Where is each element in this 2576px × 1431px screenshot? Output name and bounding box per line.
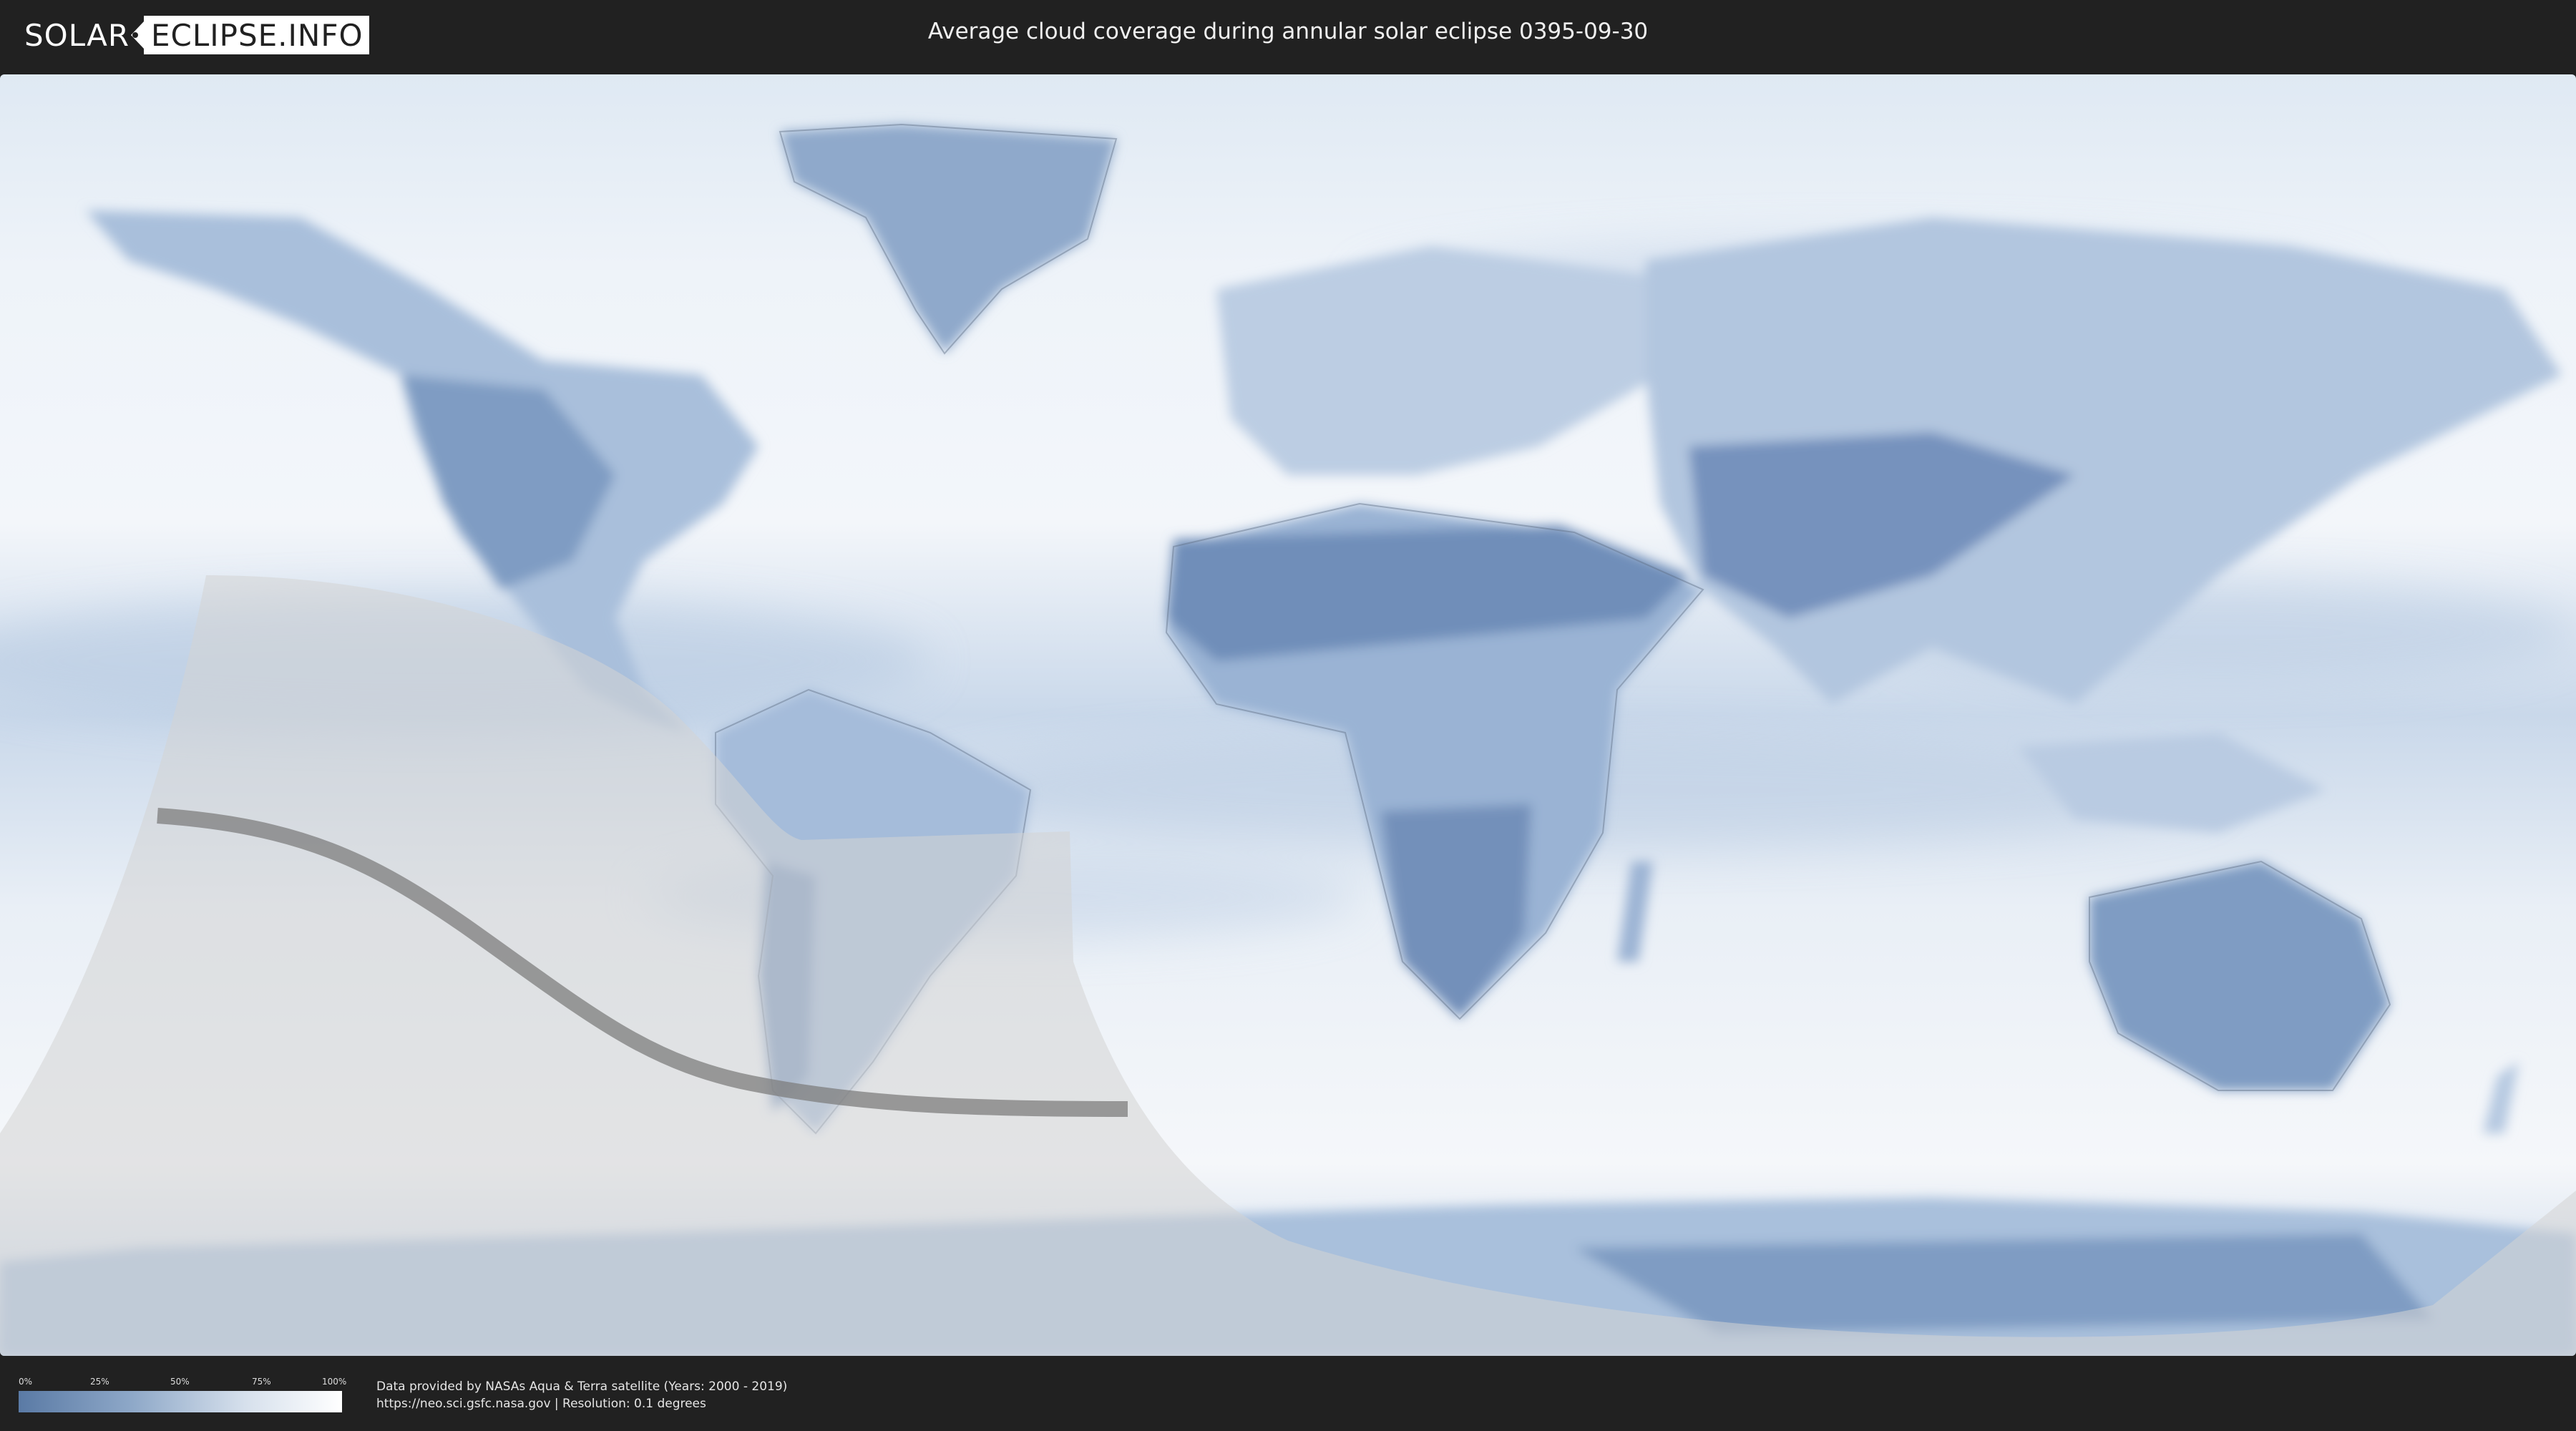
legend-tick-100: 100% xyxy=(322,1377,347,1387)
data-source-line[interactable]: https://neo.sci.gsfc.nasa.gov | Resoluti… xyxy=(376,1397,706,1411)
legend-tick-25: 25% xyxy=(90,1377,109,1387)
footer-bar: 0% 25% 50% 75% 100% Data provided by NAS… xyxy=(0,1358,2576,1431)
page-title: Average cloud coverage during annular so… xyxy=(927,19,1649,44)
cloud-coverage-legend-bar xyxy=(19,1391,342,1412)
legend-tick-0: 0% xyxy=(19,1377,33,1387)
legend-tick-75: 75% xyxy=(252,1377,271,1387)
antarctica-east xyxy=(1574,1234,2433,1334)
legend-tick-50: 50% xyxy=(170,1377,190,1387)
header-bar: SOLAR ECLIPSE.INFO Average cloud coverag… xyxy=(0,0,2576,70)
data-credit-line: Data provided by NASAs Aqua & Terra sate… xyxy=(376,1379,788,1394)
cloud-coverage-map[interactable] xyxy=(0,74,2576,1356)
